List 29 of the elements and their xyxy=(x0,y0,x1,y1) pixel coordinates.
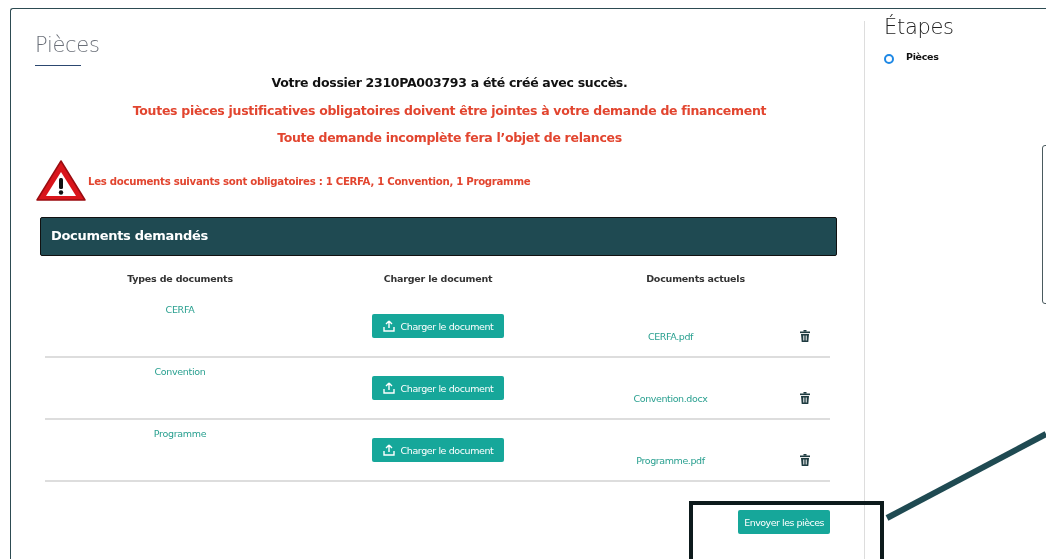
step-label[interactable]: Pièces xyxy=(906,51,939,62)
column-header: Types de documents xyxy=(126,273,234,284)
success-message: Votre dossier 2310PA003793 a été créé avec succès. xyxy=(270,75,629,90)
upload-icon xyxy=(382,320,395,332)
trash-icon[interactable] xyxy=(800,330,810,342)
upload-button[interactable]: Charger le document xyxy=(371,314,505,338)
section-header: Documents demandés xyxy=(40,217,837,256)
title-underline xyxy=(35,65,81,66)
submit-button[interactable]: Envoyer les pièces xyxy=(738,510,830,534)
warning-icon xyxy=(35,159,87,203)
file-link[interactable]: CERFA.pdf xyxy=(561,330,780,342)
page-title: Pièces xyxy=(35,32,101,58)
upload-icon xyxy=(382,382,395,394)
warning-message: Toutes pièces justificatives obligatoires doivent être jointes à votre demande de financement xyxy=(131,103,768,118)
required-documents-notice: Les documents suivants sont obligatoires : 1 CERFA, 1 Convention, 1 Programme xyxy=(88,175,531,187)
file-link[interactable]: Convention.docx xyxy=(561,392,780,404)
document-type: CERFA xyxy=(164,303,196,315)
trash-icon[interactable] xyxy=(800,392,810,404)
upload-button[interactable]: Charger le document xyxy=(371,376,505,400)
file-link[interactable]: Programme.pdf xyxy=(561,454,780,466)
column-header: Documents actuels xyxy=(645,273,746,284)
column-header: Charger le document xyxy=(382,273,494,284)
document-type: Programme xyxy=(152,427,208,439)
upload-icon xyxy=(382,444,395,456)
upload-button[interactable]: Charger le document xyxy=(371,438,505,462)
warning-message: Toute demande incomplète fera l’objet de relances xyxy=(276,130,623,145)
trash-icon[interactable] xyxy=(800,454,810,466)
document-type: Convention xyxy=(153,365,207,377)
sidebar-title: Étapes xyxy=(884,13,955,41)
